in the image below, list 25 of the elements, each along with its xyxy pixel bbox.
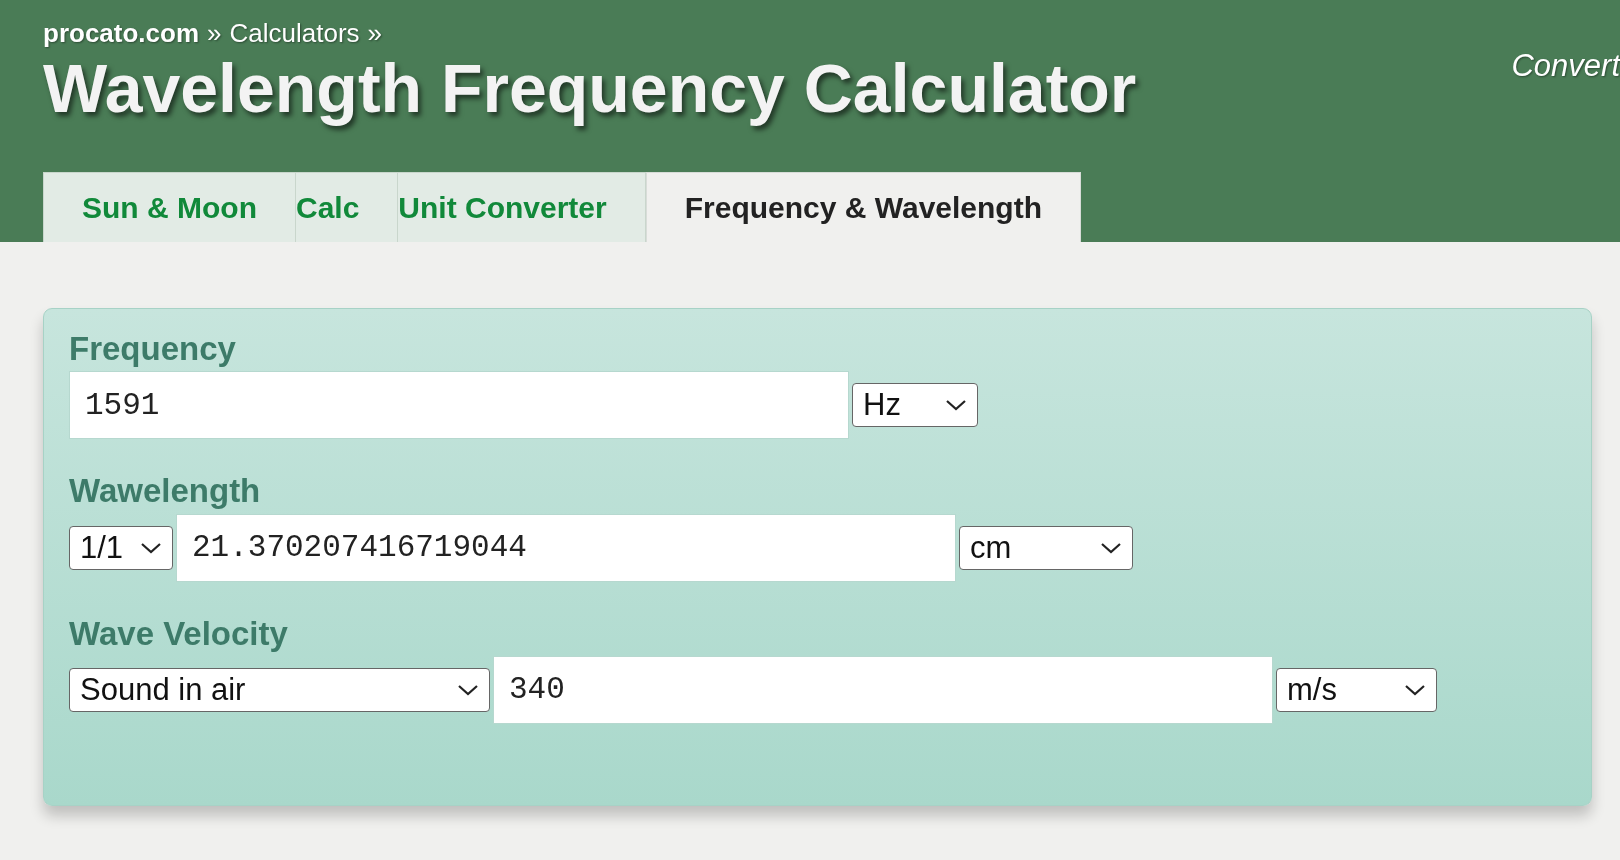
field-label: Wawelength [69,473,261,510]
nav-tab[interactable]: Unit Converter [398,172,646,242]
dropdown-select[interactable]: cm [959,525,1133,570]
chevron-icon [1404,682,1426,697]
number-input[interactable]: 21.370207416719044 [176,513,956,582]
field-label: Wave Velocity [69,615,288,652]
chevron-icon [457,682,479,697]
dropdown-select[interactable]: Hz [852,383,978,428]
page-title: Wavelength Frequency Calculator [43,51,1137,126]
field-label: Frequency [69,331,236,368]
number-input[interactable]: 340 [493,655,1273,724]
nav-tab[interactable]: Frequency & Wavelength [645,172,1081,242]
chevron-icon [1100,540,1122,555]
breadcrumb-separator: » [367,18,383,49]
dropdown-select[interactable]: Sound in air [69,667,490,712]
breadcrumb-separator: » [207,18,222,49]
chevron-icon [945,398,967,413]
chevron-icon [140,540,162,555]
breadcrumb-link[interactable]: Calculators [229,18,360,49]
number-input[interactable]: 1591 [69,371,849,440]
nav-tab[interactable]: Sun & Moon [43,172,296,242]
nav-tab[interactable]: Calc [295,172,399,242]
dropdown-select[interactable]: m/s [1276,667,1437,712]
dropdown-select[interactable]: 1/1 [69,525,173,570]
breadcrumb-link[interactable]: procato.com [43,18,200,49]
